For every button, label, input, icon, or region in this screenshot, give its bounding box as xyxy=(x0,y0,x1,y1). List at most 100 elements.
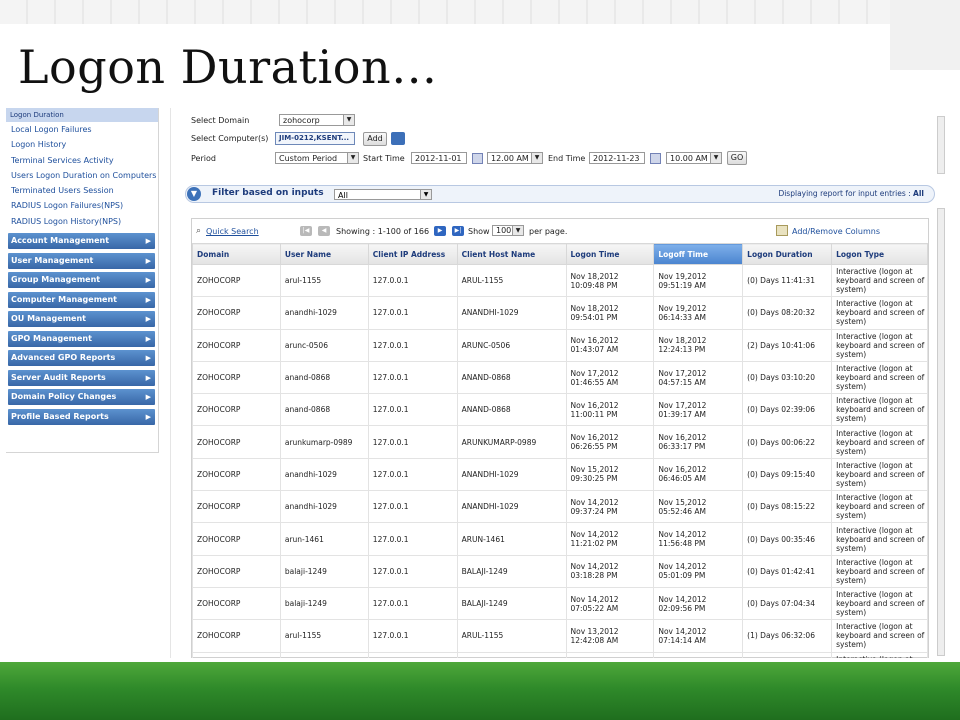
column-header[interactable]: Logon Duration xyxy=(742,243,833,265)
table-cell: 127.0.0.1 xyxy=(367,586,458,621)
sidebar-category[interactable]: Advanced GPO Reports ▶ xyxy=(8,350,155,367)
columns-icon[interactable] xyxy=(776,225,788,236)
table-row[interactable]: ZOHOCORP arul-1155 127.0.0.1 ARUL-1155 Nov 1… xyxy=(192,263,928,298)
table-cell: ZOHOCORP xyxy=(192,651,281,658)
table-cell: (1) Days 06:32:06 xyxy=(742,619,833,653)
sidebar-category[interactable]: Computer Management ▶ xyxy=(8,291,155,308)
last-page-icon[interactable]: ▶| xyxy=(452,226,464,236)
column-header[interactable]: Logon Type xyxy=(831,243,928,265)
computer-picker-icon[interactable] xyxy=(391,132,405,145)
sidebar-category[interactable]: GPO Management ▶ xyxy=(8,330,155,347)
sidebar-link[interactable]: RADIUS Logon Failures(NPS) xyxy=(6,198,158,213)
sidebar-link[interactable]: Terminated Users Session xyxy=(6,183,158,198)
sidebar-category[interactable]: User Management ▶ xyxy=(8,252,155,269)
per-page-select[interactable]: 100 ▼ xyxy=(492,225,524,236)
table-row[interactable]: ZOHOCORP anandhi-1029 127.0.0.1 ANANDHI-102… xyxy=(192,457,928,492)
form-scrollbar[interactable] xyxy=(937,116,945,174)
table-row[interactable]: ZOHOCORP arul-1155 127.0.0.1 ARUL-1155 Nov 1… xyxy=(192,619,928,653)
table-cell: Interactive (logon at keyboard and scree… xyxy=(831,490,928,524)
sidebar: Logon Duration Local Logon Failures Logon… xyxy=(6,108,159,453)
table-cell: ZOHOCORP xyxy=(192,619,281,653)
table-cell: Interactive (logon at keyboard and scree… xyxy=(831,425,928,459)
sidebar-category[interactable]: OU Management ▶ xyxy=(8,311,155,328)
column-header[interactable]: Client IP Address xyxy=(367,243,458,265)
slide-corner-decoration xyxy=(890,0,960,70)
column-header[interactable]: User Name xyxy=(279,243,369,265)
table-cell: ZOHOCORP xyxy=(192,360,281,395)
chevron-down-icon: ▼ xyxy=(343,115,354,125)
table-row[interactable]: ZOHOCORP balaji-1249 127.0.0.1 BALAJI-1249 N… xyxy=(192,586,928,621)
sidebar-category[interactable]: Profile Based Reports ▶ xyxy=(8,408,155,425)
table-row[interactable]: ZOHOCORP arun-1461 127.0.0.1 ARUN-1461 Nov 1… xyxy=(192,522,928,556)
prev-page-icon[interactable]: ◀ xyxy=(318,226,330,236)
filter-select[interactable]: All ▼ xyxy=(334,189,432,200)
table-cell: Nov 18,2012 12:24:13 PM xyxy=(653,328,744,362)
sidebar-active-item[interactable]: Logon Duration xyxy=(6,108,158,122)
column-header[interactable]: Logon Time xyxy=(565,243,655,265)
filter-label: Filter based on inputs xyxy=(212,188,324,198)
table-row[interactable]: ZOHOCORP anandhi-1029 127.0.0.1 ANANDHI-102… xyxy=(192,296,928,330)
table-row[interactable]: ZOHOCORP balaji-1249 127.0.0.1 BALAJI-1249 N… xyxy=(192,554,928,588)
sidebar-link[interactable]: RADIUS Logon History(NPS) xyxy=(6,214,158,229)
chevron-right-icon: ▶ xyxy=(145,393,151,402)
calendar-icon[interactable] xyxy=(472,153,483,164)
table-cell: Nov 16,2012 06:33:17 PM xyxy=(653,425,744,459)
table-cell: balaji-1249 xyxy=(279,554,369,588)
table-cell: Nov 19,2012 06:14:33 AM xyxy=(653,296,744,330)
sidebar-category-label: Server Audit Reports xyxy=(11,372,106,382)
end-date-input[interactable]: 2012-11-23 xyxy=(589,152,645,164)
sidebar-category[interactable]: Domain Policy Changes ▶ xyxy=(8,389,155,406)
table-cell: Nov 14,2012 07:14:14 AM xyxy=(653,619,744,653)
report-scrollbar[interactable] xyxy=(937,208,945,656)
table-cell: (0) Days 02:39:06 xyxy=(742,393,833,427)
sidebar-category[interactable]: Group Management ▶ xyxy=(8,272,155,289)
column-header[interactable]: Logoff Time xyxy=(653,243,744,265)
sidebar-link[interactable]: Terminal Services Activity xyxy=(6,153,158,168)
table-cell: (0) Days 07:04:34 xyxy=(742,586,833,621)
table-cell: Nov 13,2012 10:33:12 PM xyxy=(565,651,655,658)
search-icon[interactable]: ⌕ xyxy=(196,226,201,236)
period-select[interactable]: Custom Period ▼ xyxy=(275,152,359,164)
table-row[interactable]: ZOHOCORP anand-0868 127.0.0.1 ANAND-0868 Nov… xyxy=(192,393,928,427)
table-row[interactable]: ZOHOCORP anand-0868 127.0.0.1 ANAND-0868 Nov… xyxy=(192,360,928,395)
quick-search-link[interactable]: Quick Search xyxy=(206,227,259,236)
add-remove-columns-link[interactable]: Add/Remove Columns xyxy=(792,227,880,236)
table-cell: (0) Days 08:15:22 xyxy=(742,490,833,524)
table-row[interactable]: ZOHOCORPadmin-xp2(null)(null)Nov 13,2012… xyxy=(192,651,928,658)
sidebar-category[interactable]: Account Management ▶ xyxy=(8,233,155,250)
start-date-input[interactable]: 2012-11-01 xyxy=(411,152,467,164)
domain-select[interactable]: zohocorp ▼ xyxy=(279,114,355,126)
table-row[interactable]: ZOHOCORP arunc-0506 127.0.0.1 ARUNC-0506 Nov… xyxy=(192,328,928,362)
go-button[interactable]: GO xyxy=(727,151,747,165)
table-cell: Interactive (logon at keyboard and scree… xyxy=(831,619,928,653)
next-page-icon[interactable]: ▶ xyxy=(434,226,446,236)
table-cell: (0) Days 01:42:41 xyxy=(742,554,833,588)
column-header[interactable]: Client Host Name xyxy=(456,243,567,265)
table-cell: (null) xyxy=(367,651,458,658)
table-cell: (0) Days 11:41:31 xyxy=(742,263,833,298)
add-computer-button[interactable]: Add xyxy=(363,132,387,146)
sidebar-link[interactable]: Local Logon Failures xyxy=(6,122,158,137)
filter-icon: ▼ xyxy=(187,187,201,201)
table-row[interactable]: ZOHOCORP arunkumarp-0989 127.0.0.1 ARUNKUMA… xyxy=(192,425,928,459)
table-cell: Nov 17,2012 01:46:55 AM xyxy=(565,360,655,395)
sidebar-category[interactable]: Server Audit Reports ▶ xyxy=(8,369,155,386)
start-time-value: 12.00 AM xyxy=(491,154,529,163)
chevron-right-icon: ▶ xyxy=(145,354,151,363)
table-cell: anandhi-1029 xyxy=(279,457,369,492)
computers-field[interactable]: JIM-0212,KSENT... xyxy=(275,132,355,145)
end-time-select[interactable]: 10.00 AM ▼ xyxy=(666,152,722,164)
paging-status: Showing : 1-100 of 166 xyxy=(336,227,430,236)
calendar-icon[interactable] xyxy=(650,153,661,164)
table-cell: Interactive (logon at keyboard and scree… xyxy=(831,296,928,330)
sidebar-link[interactable]: Logon History xyxy=(6,137,158,152)
column-header[interactable]: Domain xyxy=(192,243,281,265)
period-label: Period xyxy=(191,154,216,163)
table-row[interactable]: ZOHOCORP anandhi-1029 127.0.0.1 ANANDHI-102… xyxy=(192,490,928,524)
table-cell: 127.0.0.1 xyxy=(367,490,458,524)
table-cell: Nov 17,2012 04:57:15 AM xyxy=(653,360,744,395)
start-time-select[interactable]: 12.00 AM ▼ xyxy=(487,152,543,164)
first-page-icon[interactable]: |◀ xyxy=(300,226,312,236)
sidebar-category-label: OU Management xyxy=(11,314,86,324)
sidebar-link[interactable]: Users Logon Duration on Computers xyxy=(6,168,158,183)
